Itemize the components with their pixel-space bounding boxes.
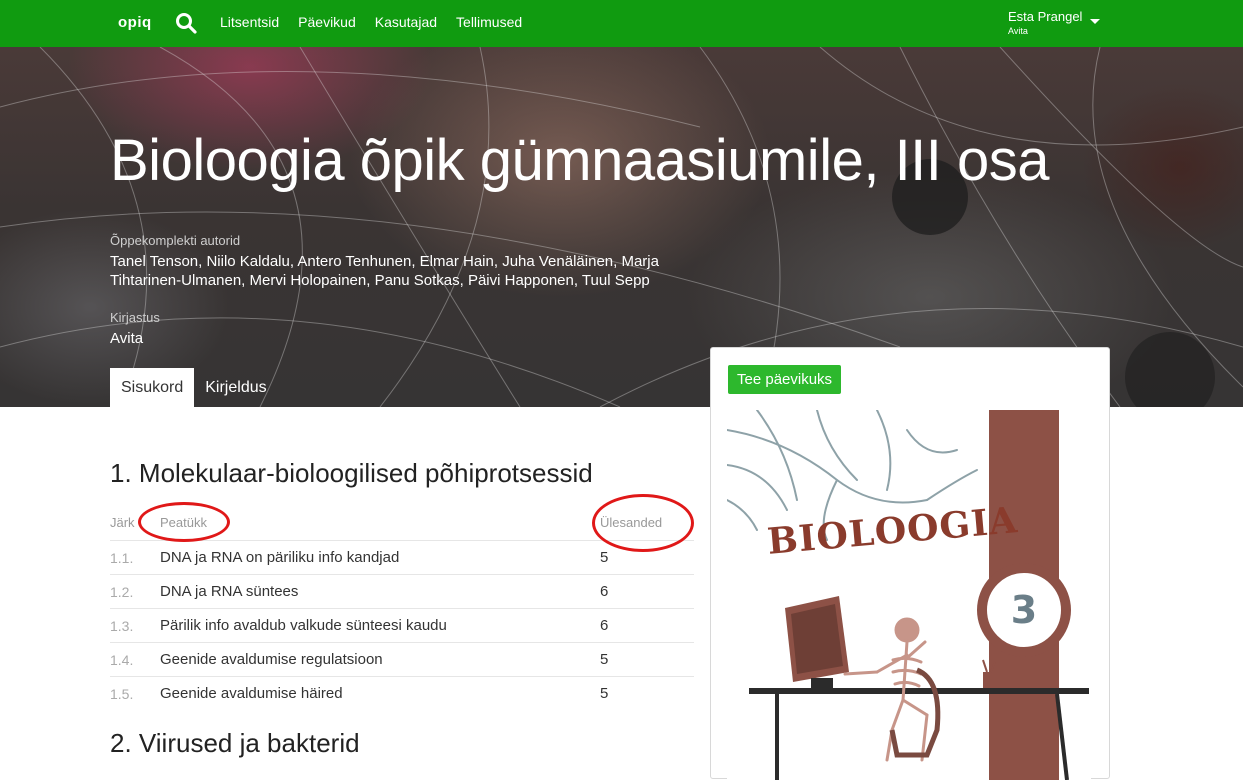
book-title: Bioloogia õpik gümnaasiumile, III osa — [110, 128, 1050, 193]
column-header-tasks: Ülesanded — [600, 515, 663, 530]
table-row[interactable]: 1.1. DNA ja RNA on päriliku info kandjad… — [110, 540, 694, 575]
authors-label: Õppekomplekti autorid — [110, 233, 241, 248]
tab-contents[interactable]: Sisukord — [110, 368, 195, 407]
task-count: 5 — [600, 540, 694, 575]
top-navbar: opiq Litsentsid Päevikud Kasutajad Telli… — [0, 0, 1243, 47]
user-name: Esta Prangel — [1008, 9, 1083, 24]
table-row[interactable]: 1.4. Geenide avaldumise regulatsioon 5 — [110, 642, 694, 677]
task-count: 6 — [600, 574, 694, 609]
section-title-1[interactable]: 1. Molekulaar-bioloogilised põhiprotsess… — [110, 458, 593, 489]
task-count: 5 — [600, 676, 694, 710]
section-title-2[interactable]: 2. Viirused ja bakterid — [110, 728, 360, 759]
authors-list: Tanel Tenson, Niilo Kaldalu, Antero Tenh… — [110, 253, 659, 289]
chapter-link[interactable]: Geenide avaldumise häired — [160, 676, 600, 710]
table-row[interactable]: 1.5. Geenide avaldumise häired 5 — [110, 676, 694, 710]
chevron-down-icon[interactable] — [1090, 19, 1100, 24]
chapter-table: Järk Peatükk Ülesanded 1.1. DNA ja RNA o… — [110, 505, 694, 710]
book-tabs: Sisukord Kirjeldus — [110, 368, 278, 407]
table-header-row: Järk Peatükk Ülesanded — [110, 505, 694, 541]
chapter-number: 1.5. — [110, 676, 160, 710]
column-header-chapter: Peatükk — [160, 515, 207, 530]
chapter-number: 1.4. — [110, 642, 160, 677]
chapter-number: 1.1. — [110, 540, 160, 575]
table-row[interactable]: 1.2. DNA ja RNA süntees 6 — [110, 574, 694, 609]
search-icon[interactable] — [174, 11, 198, 35]
nav-link-licenses[interactable]: Litsentsid — [220, 14, 279, 30]
make-diary-button[interactable]: Tee päevikuks — [728, 365, 842, 394]
publisher-name: Avita — [110, 330, 144, 347]
book-cover[interactable]: BIOLOOGIA 3 — [727, 410, 1091, 780]
cover-volume-number: 3 — [977, 563, 1071, 657]
chapter-number: 1.3. — [110, 608, 160, 643]
task-count: 6 — [600, 608, 694, 643]
opiq-logo[interactable]: opiq — [118, 14, 152, 31]
column-header-order: Järk — [110, 515, 135, 530]
user-organization: Avita — [1008, 26, 1028, 36]
table-row[interactable]: 1.3. Pärilik info avaldub valkude süntee… — [110, 608, 694, 643]
chapter-link[interactable]: DNA ja RNA süntees — [160, 574, 600, 609]
task-count: 5 — [600, 642, 694, 677]
book-card: Tee päevikuks BIOLOOGIA 3 — [710, 347, 1110, 780]
publisher-label: Kirjastus — [110, 310, 160, 325]
nav-link-users[interactable]: Kasutajad — [375, 14, 437, 30]
user-menu[interactable]: Esta Prangel Avita — [1008, 9, 1082, 36]
chapter-link[interactable]: DNA ja RNA on päriliku info kandjad — [160, 540, 600, 575]
chapter-number: 1.2. — [110, 574, 160, 609]
tab-description[interactable]: Kirjeldus — [194, 368, 277, 407]
chapter-link[interactable]: Pärilik info avaldub valkude sünteesi ka… — [160, 608, 600, 643]
chapter-link[interactable]: Geenide avaldumise regulatsioon — [160, 642, 600, 677]
nav-link-diaries[interactable]: Päevikud — [298, 14, 356, 30]
nav-link-orders[interactable]: Tellimused — [456, 14, 522, 30]
main-nav: Litsentsid Päevikud Kasutajad Tellimused — [220, 14, 522, 30]
